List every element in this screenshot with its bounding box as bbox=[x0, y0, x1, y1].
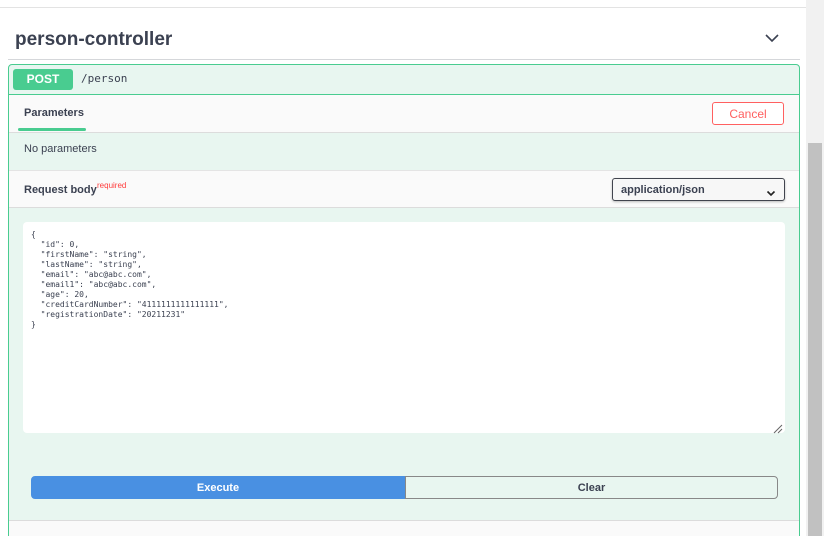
request-body-header: Request body required application/json bbox=[9, 170, 799, 208]
chevron-down-icon bbox=[766, 185, 776, 197]
code-line: "firstName": "string", bbox=[31, 250, 147, 259]
chevron-down-icon[interactable] bbox=[762, 28, 782, 48]
code-line: { bbox=[31, 230, 36, 239]
content-type-value: application/json bbox=[621, 184, 705, 196]
code-line: } bbox=[31, 320, 36, 329]
top-divider bbox=[0, 7, 806, 8]
cancel-button[interactable]: Cancel bbox=[712, 102, 784, 125]
code-line: "creditCardNumber": "4111111111111111", bbox=[31, 300, 229, 309]
tab-parameters[interactable]: Parameters bbox=[24, 107, 84, 119]
tag-title: person-controller bbox=[15, 29, 173, 50]
required-label: required bbox=[97, 181, 127, 190]
resize-grip-icon[interactable] bbox=[773, 421, 783, 434]
code-line: "email": "abc@abc.com", bbox=[31, 270, 152, 279]
no-parameters-text: No parameters bbox=[24, 143, 97, 155]
operation-block: POST /person Parameters Cancel No parame… bbox=[8, 64, 800, 536]
operation-path: /person bbox=[81, 72, 128, 85]
request-body-code[interactable]: { "id": 0, "firstName": "string", "lastN… bbox=[31, 230, 228, 330]
request-body-label: Request body bbox=[24, 184, 97, 196]
clear-button[interactable]: Clear bbox=[405, 476, 778, 499]
tag-header[interactable]: person-controller bbox=[8, 16, 800, 60]
scrollbar-thumb[interactable] bbox=[808, 143, 822, 536]
code-line: "id": 0, bbox=[31, 240, 80, 249]
responses-section bbox=[9, 520, 799, 536]
parameters-header: Parameters Cancel bbox=[9, 95, 799, 133]
request-body-editor[interactable]: { "id": 0, "firstName": "string", "lastN… bbox=[23, 222, 785, 434]
page-scrollbar[interactable] bbox=[806, 0, 824, 536]
method-badge: POST bbox=[13, 69, 73, 90]
code-line: "registrationDate": "20211231" bbox=[31, 310, 186, 319]
code-line: "email1": "abc@abc.com", bbox=[31, 280, 157, 289]
content-type-select[interactable]: application/json bbox=[612, 178, 785, 201]
execute-button[interactable]: Execute bbox=[31, 476, 405, 499]
operation-summary[interactable]: POST /person bbox=[9, 65, 799, 95]
code-line: "lastName": "string", bbox=[31, 260, 142, 269]
code-line: "age": 20, bbox=[31, 290, 89, 299]
tab-underline bbox=[18, 128, 86, 131]
